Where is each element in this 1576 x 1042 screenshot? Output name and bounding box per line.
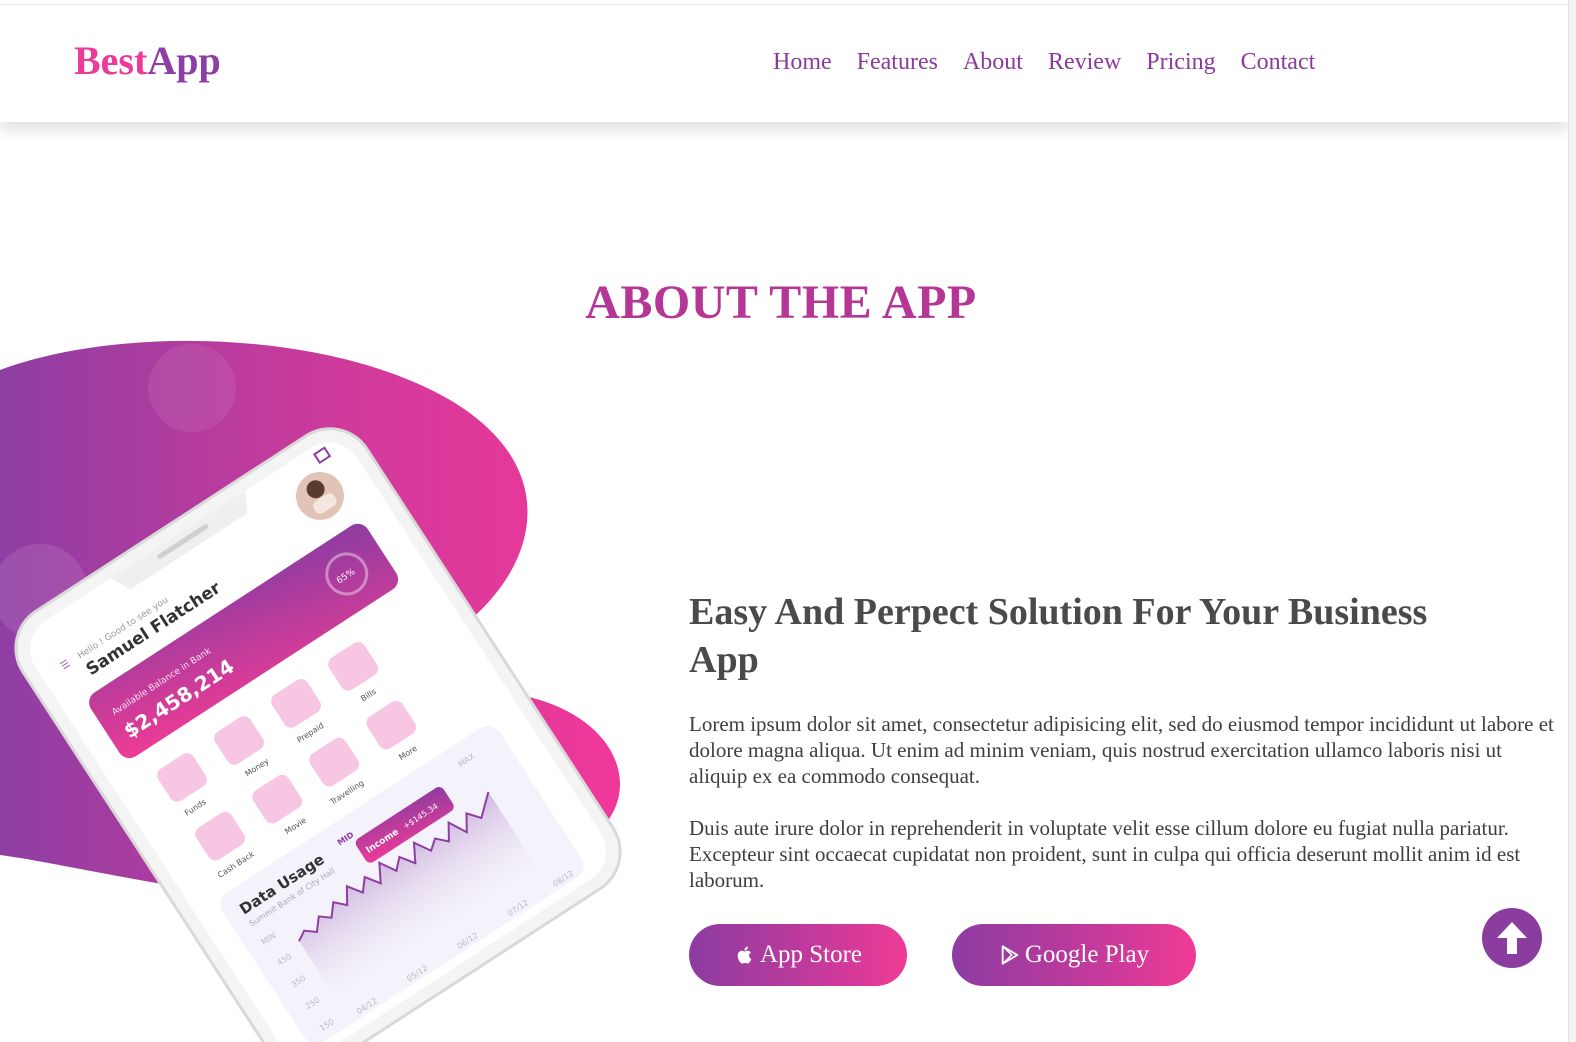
about-paragraph-2: Duis aute irure dolor in reprehenderit i… (689, 816, 1521, 892)
nav-about[interactable]: About (963, 49, 1023, 75)
app-store-button[interactable]: App Store (689, 924, 907, 986)
google-play-button[interactable]: Google Play (952, 924, 1196, 986)
scroll-to-top-button[interactable] (1482, 908, 1542, 968)
nav-review[interactable]: Review (1048, 49, 1121, 75)
main-nav: Home Features About Review Pricing Conta… (773, 49, 1340, 75)
google-play-label: Google Play (1024, 941, 1150, 968)
about-paragraph-1: Lorem ipsum dolor sit amet, consectetur … (689, 712, 1554, 788)
about-headline: Easy And Perpect Solution For Your Busin… (689, 591, 1428, 681)
brand-part-app: App (147, 38, 221, 83)
phone-illustration: ☰ Hello ! Good to see you Samuel Flatche… (0, 340, 622, 1042)
brand-part-best: Best (74, 38, 148, 83)
arrow-up-icon (1497, 922, 1527, 954)
nav-home[interactable]: Home (773, 49, 832, 75)
section-title: ABOUT THE APP (585, 276, 977, 329)
page-scrollbar[interactable] (1568, 0, 1576, 1042)
top-navbar: BestApp Home Features About Review Prici… (0, 4, 1568, 122)
nav-pricing[interactable]: Pricing (1146, 49, 1215, 75)
nav-contact[interactable]: Contact (1241, 49, 1316, 75)
brand-logo[interactable]: BestApp (74, 41, 221, 81)
google-play-icon (1001, 945, 1019, 965)
blob-bubble (148, 344, 236, 432)
nav-features[interactable]: Features (857, 49, 938, 75)
app-store-label: App Store (759, 941, 863, 968)
apple-icon (737, 946, 752, 964)
